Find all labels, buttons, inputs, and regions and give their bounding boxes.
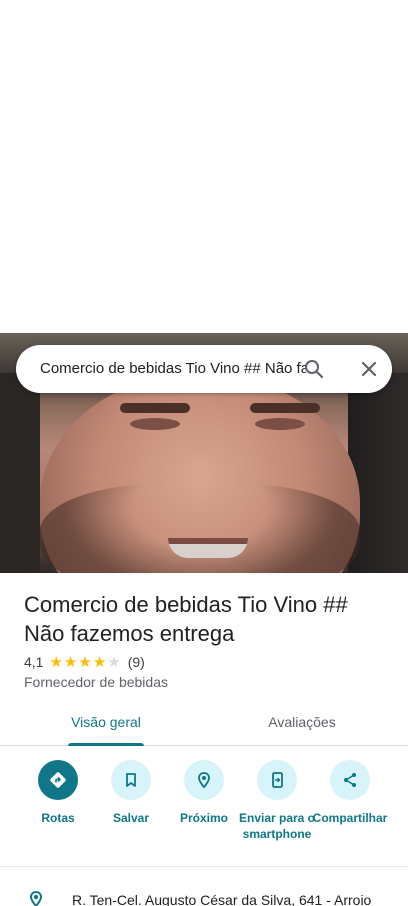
photo-mouth: [168, 538, 248, 558]
close-icon[interactable]: [357, 357, 381, 381]
photo-eye: [130, 418, 180, 430]
place-category: Fornecedor de bebidas: [24, 674, 168, 690]
photo-beard: [40, 483, 360, 573]
directions-button[interactable]: Rotas: [18, 760, 98, 826]
photo-brow: [120, 403, 190, 413]
rating-stars: ★ ★ ★ ★ ★: [49, 655, 121, 670]
star-icon: ★: [63, 653, 78, 671]
share-button[interactable]: Compartilhar: [310, 760, 390, 826]
divider: [0, 866, 408, 867]
action-label: Rotas: [41, 811, 75, 825]
address-row[interactable]: R. Ten-Cel. Augusto César da Silva, 641 …: [0, 884, 408, 906]
rating-value: 4,1: [24, 654, 44, 670]
tab-bar: Visão geral Avaliações: [0, 702, 408, 746]
search-bar[interactable]: Comercio de bebidas Tio Vino ## Não faze…: [16, 345, 392, 393]
action-label: Compartilhar: [312, 811, 388, 825]
search-input[interactable]: Comercio de bebidas Tio Vino ## Não faze…: [40, 345, 306, 393]
address-text: R. Ten-Cel. Augusto César da Silva, 641 …: [72, 892, 372, 906]
star-icon: ★: [107, 653, 121, 671]
location-pin-icon: [26, 890, 46, 906]
tab-overview[interactable]: Visão geral: [60, 702, 152, 746]
bookmark-icon: [111, 760, 151, 800]
send-to-phone-button[interactable]: Enviar para o smartphone: [237, 760, 317, 842]
rating-row[interactable]: 4,1 ★ ★ ★ ★ ★ (9): [24, 653, 145, 671]
map-area[interactable]: [0, 0, 408, 333]
tab-label: Visão geral: [71, 714, 141, 730]
action-label: Salvar: [112, 811, 150, 825]
star-icon: ★: [92, 653, 107, 671]
action-label: Próximo: [179, 811, 228, 825]
photo-eye: [255, 418, 305, 430]
nearby-icon: [184, 760, 224, 800]
star-icon: ★: [78, 653, 92, 671]
search-icon[interactable]: [302, 357, 326, 381]
tab-active-indicator: [68, 743, 144, 746]
photo-brow: [250, 403, 320, 413]
save-button[interactable]: Salvar: [91, 760, 171, 826]
action-bar: Rotas Salvar Próximo Enviar para o smart…: [0, 760, 408, 860]
send-to-phone-icon: [257, 760, 297, 800]
tab-label: Avaliações: [268, 714, 336, 730]
share-icon: [330, 760, 370, 800]
directions-icon: [38, 760, 78, 800]
action-label: Enviar para o smartphone: [238, 811, 316, 841]
photo-background: [0, 373, 40, 573]
place-title: Comercio de bebidas Tio Vino ## Não faze…: [24, 592, 348, 646]
tab-reviews[interactable]: Avaliações: [256, 702, 348, 746]
review-count: (9): [127, 654, 145, 670]
nearby-button[interactable]: Próximo: [164, 760, 244, 826]
star-icon: ★: [49, 653, 63, 671]
